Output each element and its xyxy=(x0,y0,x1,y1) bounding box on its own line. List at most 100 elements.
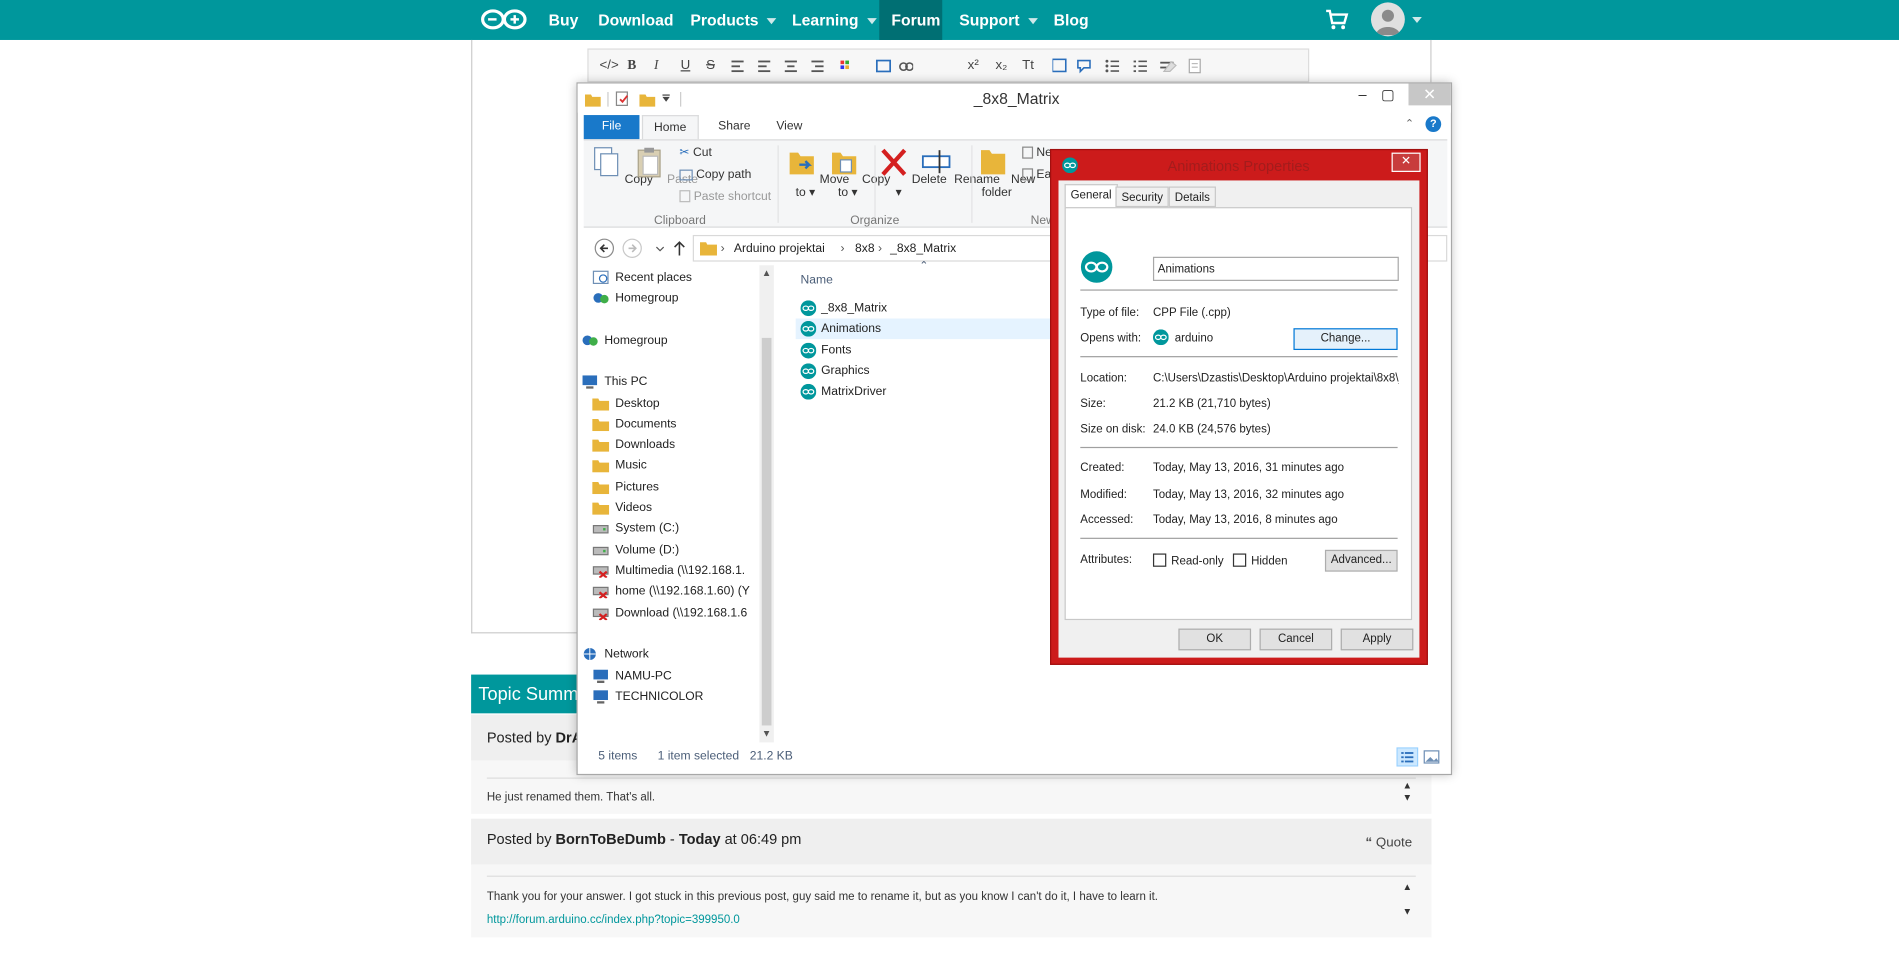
cart-icon[interactable] xyxy=(1325,8,1349,30)
column-header-name[interactable]: Name xyxy=(801,274,833,287)
close-icon[interactable]: ✕ xyxy=(1391,152,1421,172)
readonly-checkbox[interactable] xyxy=(1152,553,1167,567)
user-avatar[interactable] xyxy=(1370,2,1405,37)
clear-format-icons[interactable] xyxy=(1162,58,1211,75)
arduino-logo-icon[interactable] xyxy=(480,7,528,31)
file-row[interactable]: _8x8_Matrix xyxy=(796,298,1050,319)
help-icon[interactable]: ? xyxy=(1425,116,1442,133)
underline-button[interactable]: U xyxy=(681,58,691,73)
file-row[interactable]: Animations xyxy=(795,318,1051,340)
superscript-button[interactable]: x² xyxy=(968,58,979,73)
screen: Buy Download Products Learning Forum Sup… xyxy=(0,0,1899,952)
paste-shortcut-button[interactable]: Paste shortcut xyxy=(679,190,771,203)
file-name: MatrixDriver xyxy=(821,385,887,399)
delete-button[interactable]: Delete ▾ xyxy=(879,145,947,200)
new-folder-button[interactable]: New folder xyxy=(979,145,1035,200)
file-row[interactable]: MatrixDriver xyxy=(796,382,1050,403)
nav-support[interactable]: Support xyxy=(959,11,1038,29)
file-name-field[interactable]: Animations xyxy=(1152,256,1399,281)
tab-details[interactable]: Details xyxy=(1168,186,1217,208)
nav-pane-item-label: Pictures xyxy=(615,480,659,495)
strike-button[interactable]: S xyxy=(706,58,715,73)
separator xyxy=(1080,356,1398,358)
paste-button[interactable]: Paste xyxy=(635,145,698,187)
nav-buy[interactable]: Buy xyxy=(549,11,579,29)
tab-view[interactable]: View xyxy=(765,115,813,139)
chevron-down-icon[interactable] xyxy=(1412,16,1422,24)
new-folder-icon xyxy=(980,150,1006,175)
rename-button[interactable]: Rename xyxy=(921,145,1000,187)
quote-button[interactable]: “ Quote xyxy=(1365,836,1412,851)
scroll-up-icon[interactable]: ▲ xyxy=(762,268,772,279)
breadcrumb-segment[interactable]: Arduino projektai xyxy=(734,242,825,255)
file-row[interactable]: Fonts xyxy=(796,340,1050,361)
post-title: Posted by BornToBeDumb - Today at 06:49 … xyxy=(486,830,802,848)
post-link[interactable]: http://forum.arduino.cc/index.php?topic=… xyxy=(487,913,740,926)
properties-titlebar: Animations Properties ✕ xyxy=(1051,150,1426,180)
nav-pane-item-label: Multimedia (\\192.168.1. xyxy=(615,564,746,578)
modified-value: Today, May 13, 2016, 32 minutes ago xyxy=(1152,488,1344,502)
cancel-button[interactable]: Cancel xyxy=(1259,628,1333,651)
hidden-checkbox[interactable] xyxy=(1232,553,1247,567)
size-on-disk-value: 24.0 KB (24,576 bytes) xyxy=(1152,422,1271,436)
post-time: 06:49 pm xyxy=(740,830,802,848)
subscript-button[interactable]: x₂ xyxy=(996,58,1008,73)
copy-path-button[interactable]: Copy path xyxy=(679,168,751,182)
bold-button[interactable]: B xyxy=(627,58,636,73)
ok-button[interactable]: OK xyxy=(1178,628,1252,651)
nav-pane-item-label: This PC xyxy=(604,375,648,389)
view-toggle-icons[interactable] xyxy=(1396,747,1444,767)
quick-access-toolbar-icons[interactable] xyxy=(584,91,688,108)
easy-access-button[interactable]: Ea xyxy=(1022,168,1051,182)
tab-security[interactable]: Security xyxy=(1115,186,1170,208)
file-row[interactable]: Graphics xyxy=(796,361,1050,382)
new-item-button[interactable]: Ne xyxy=(1022,147,1052,160)
copy-button[interactable]: Copy xyxy=(592,145,653,187)
homegroup-icon xyxy=(593,293,609,304)
nav-scrollbar[interactable]: ▲ ▼ xyxy=(759,265,774,743)
ribbon-separator xyxy=(874,145,876,223)
alignment-icons[interactable] xyxy=(731,59,914,74)
change-button[interactable]: Change... xyxy=(1293,328,1398,351)
advanced-button[interactable]: Advanced... xyxy=(1324,549,1398,572)
network-drive-icon xyxy=(592,586,609,599)
maximize-icon[interactable]: ▢ xyxy=(1373,86,1402,103)
post-scroll-arrows[interactable]: ▲ ▼ xyxy=(1403,780,1413,804)
delete-icon xyxy=(881,148,907,176)
post-author[interactable]: BornToBeDumb xyxy=(556,831,666,848)
tab-share[interactable]: Share xyxy=(707,115,761,139)
tab-file[interactable]: File xyxy=(583,115,640,140)
ribbon-collapse-icon[interactable]: ⌃ xyxy=(1405,117,1414,130)
nav-blog[interactable]: Blog xyxy=(1054,11,1089,29)
nav-learning[interactable]: Learning xyxy=(792,11,877,29)
cut-button[interactable]: ✂ Cut xyxy=(679,147,711,160)
post-divider xyxy=(486,777,1416,779)
tab-home[interactable]: Home xyxy=(641,115,699,140)
breadcrumb-segment[interactable]: 8x8 xyxy=(855,242,875,255)
chevron-down-icon xyxy=(1028,18,1038,25)
nav-support-label: Support xyxy=(959,10,1020,30)
nav-download[interactable]: Download xyxy=(598,11,673,29)
new-item-icon xyxy=(1022,146,1034,160)
nav-arrows-icons[interactable] xyxy=(593,237,690,259)
nav-products[interactable]: Products xyxy=(690,11,777,29)
copy-to-button[interactable]: Copy to ▾ xyxy=(830,145,890,200)
nav-pane-item-label: Network xyxy=(604,647,649,662)
italic-button[interactable]: I xyxy=(654,58,658,73)
nav-pane-item-label: Downloads xyxy=(615,438,676,452)
topic-summary-header: Topic Summary xyxy=(471,674,578,714)
font-size-button[interactable]: Tt xyxy=(1022,58,1034,73)
scroll-down-icon[interactable]: ▼ xyxy=(762,728,772,739)
close-icon[interactable]: ✕ xyxy=(1408,83,1451,106)
folder-icon xyxy=(592,398,610,411)
scroll-thumb[interactable] xyxy=(761,337,772,726)
code-button[interactable]: </> xyxy=(599,58,618,73)
apply-button[interactable]: Apply xyxy=(1340,628,1414,651)
move-to-button[interactable]: Move to ▾ xyxy=(787,145,849,200)
breadcrumb-segment[interactable]: _8x8_Matrix xyxy=(890,242,956,255)
tab-general[interactable]: General xyxy=(1064,184,1118,209)
nav-forum[interactable]: Forum xyxy=(891,11,940,29)
chevron-down-icon: ▾ xyxy=(851,186,858,200)
status-selected: 1 item selected xyxy=(657,749,740,763)
post-scroll-arrows[interactable]: ▲ ▼ xyxy=(1403,882,1413,918)
